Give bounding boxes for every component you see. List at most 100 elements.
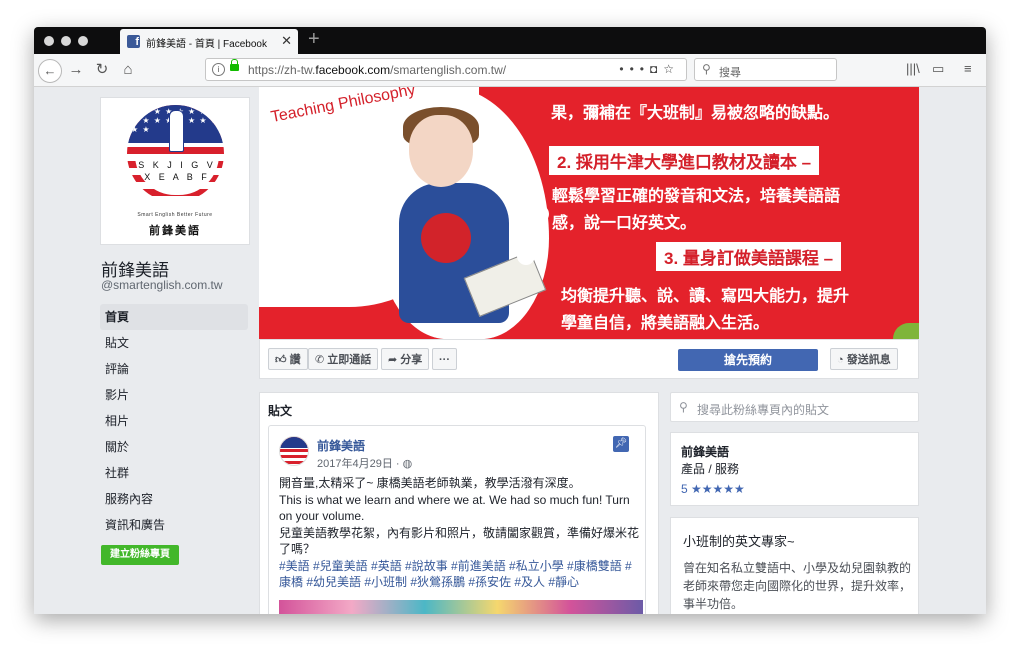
home-button[interactable]: ⌂ [120, 59, 136, 81]
decoration-dot [517, 247, 535, 265]
browser-window: f 前鋒美語 - 首頁 | Facebook ✕ + ← → ↻ ⌂ i htt… [34, 27, 986, 614]
post-line-3: 兒童美語教學花絮，內有影片和照片，敬請闔家觀賞，準備好爆米花了嗎？ [279, 525, 640, 557]
page-post-search-input[interactable]: ⚲ 搜尋此粉絲專頁內的貼文 [670, 392, 919, 422]
page-info-card: 前鋒美語 產品 / 服務 5 ★★★★★ [670, 432, 919, 506]
nav-item-ads[interactable]: 資訊和廣告 [100, 512, 248, 538]
post-line-1: 開音量,太精采了~ 康橋美語老師執業，教學活潑有深度。 [279, 476, 581, 490]
call-label: 立即通話 [327, 354, 372, 366]
cover-line-top: 果，彌補在『大班制』易被忽略的缺點。 [551, 105, 840, 122]
tab-close-icon[interactable]: ✕ [281, 33, 292, 49]
cover-photo[interactable]: Teaching Philosophy 果，彌補在『大班制』易被忽略的缺點。 2… [259, 87, 919, 339]
share-icon: ➦ [388, 354, 401, 366]
about-title: 小班制的英文專家~ [683, 534, 795, 549]
post-hashtags[interactable]: #美語 #兒童美語 #英語 #說故事 #前進美語 #私立小學 #康橋雙語 #康橋… [279, 558, 639, 591]
book-now-button[interactable]: 搶先預約 [678, 349, 818, 371]
child-reading-image [399, 107, 547, 339]
page-action-bar: 👍︎ 讚 ✆ 立即通話 ➦ 分享 ··· 搶先預約 ◔ 發送訊息 [259, 339, 919, 379]
call-button[interactable]: ✆ 立即通話 [308, 348, 379, 370]
info-category[interactable]: 產品 / 服務 [681, 460, 739, 477]
cover-line-2a: 輕鬆學習正確的發音和文法，培養美語語 [552, 188, 841, 205]
thumbs-up-icon: 👍︎ [275, 354, 290, 366]
post-date[interactable]: 2017年4月29日 · ◍ [317, 455, 412, 471]
pocket-icon[interactable]: ◘ [650, 62, 663, 76]
url-text[interactable]: https://zh-tw.facebook.com/smartenglish.… [248, 63, 506, 77]
new-tab-button[interactable]: + [308, 28, 320, 51]
send-message-button[interactable]: ◔ 發送訊息 [830, 348, 898, 370]
minimize-window-icon[interactable] [61, 36, 71, 46]
more-button[interactable]: ··· [432, 348, 457, 370]
messenger-icon: ◔ [837, 354, 847, 366]
nav-item-videos[interactable]: 影片 [100, 382, 248, 408]
search-placeholder: 搜尋此粉絲專頁內的貼文 [697, 403, 830, 417]
info-icon[interactable]: i [212, 63, 225, 76]
post-body: 開音量,太精采了~ 康橋美語老師執業，教學活潑有深度。 This is what… [279, 475, 639, 591]
nav-item-posts[interactable]: 貼文 [100, 330, 248, 356]
bookmark-star-icon[interactable]: ☆ [663, 62, 680, 76]
logo-name: 前鋒美語 [149, 225, 201, 237]
message-label: 發送訊息 [846, 354, 891, 366]
close-window-icon[interactable] [44, 36, 54, 46]
page-handle[interactable]: @smartenglish.com.tw [101, 278, 223, 292]
url-actions: •••◘☆ [619, 62, 680, 76]
like-button[interactable]: 👍︎ 讚 [268, 348, 308, 370]
search-icon: ⚲ [679, 400, 688, 414]
about-card: 小班制的英文專家~ 曾在知名私立雙語中、小學及幼兒園執教的老師來帶您走向國際化的… [670, 517, 919, 614]
browser-tab[interactable]: f 前鋒美語 - 首頁 | Facebook ✕ [120, 29, 298, 54]
browser-toolbar: ← → ↻ ⌂ i https://zh-tw.facebook.com/sma… [34, 54, 986, 87]
pinned-post: 前鋒美語 2017年4月29日 · ◍ 📌︎ 開音量,太精采了~ 康橋美語老師執… [268, 425, 646, 614]
url-bar[interactable]: i https://zh-tw.facebook.com/smartenglis… [205, 58, 687, 81]
page-content: ★ ★ ★ ★ ★ ★ ★ ★ ★ ★ ★ ★ ★ ★ ★ ★ ★ ★ S K … [34, 87, 986, 614]
sidebar-toggle-icon[interactable]: ▭ [932, 61, 944, 77]
search-input[interactable]: ⚲ 搜尋 [694, 58, 837, 81]
left-nav: 首頁 貼文 評論 影片 相片 關於 社群 服務內容 資訊和廣告 [100, 304, 248, 538]
cover-heading-2: 2. 採用牛津大學進口教材及讀本 – [549, 146, 820, 175]
nav-item-photos[interactable]: 相片 [100, 408, 248, 434]
info-page-name[interactable]: 前鋒美語 [681, 443, 729, 460]
phone-icon: ✆ [315, 354, 328, 366]
like-label: 讚 [289, 354, 301, 366]
cover-line-3b: 學童自信，將美語融入生活。 [561, 315, 770, 332]
page-actions-icon[interactable]: ••• [619, 62, 650, 76]
post-image[interactable] [279, 600, 643, 614]
about-text: 曾在知名私立雙語中、小學及幼兒園執教的老師來帶您走向國際化的世界，提升效率，事半… [683, 561, 912, 611]
logo-tagline: Smart English Better Future [137, 212, 213, 218]
tab-title: 前鋒美語 - 首頁 | Facebook [146, 39, 267, 50]
forward-button[interactable]: → [68, 59, 84, 81]
globe-icon: ◍ [402, 458, 413, 470]
logo: ★ ★ ★ ★ ★ ★ ★ ★ ★ ★ ★ ★ ★ ★ ★ ★ ★ ★ S K … [127, 105, 224, 202]
nav-item-community[interactable]: 社群 [100, 460, 248, 486]
cover-heading-3: 3. 量身訂做美語課程 – [656, 242, 842, 271]
decoration-dot [531, 205, 549, 223]
post-author[interactable]: 前鋒美語 [317, 437, 365, 454]
search-icon: ⚲ [702, 62, 711, 76]
tab-strip: f 前鋒美語 - 首頁 | Facebook ✕ + [34, 27, 986, 54]
rating[interactable]: 5 ★★★★★ [681, 482, 745, 496]
rocket-icon [169, 110, 184, 152]
lock-icon [230, 59, 239, 71]
share-button[interactable]: ➦ 分享 [381, 348, 430, 370]
library-icon[interactable]: |||\ [906, 61, 920, 76]
spider-emblem-icon [421, 213, 471, 263]
create-page-button[interactable]: 建立粉絲專頁 [101, 545, 179, 565]
nav-item-about[interactable]: 關於 [100, 434, 248, 460]
posts-section: 貼文 前鋒美語 2017年4月29日 · ◍ 📌︎ 開音量,太精采了~ 康橋美語… [259, 392, 659, 614]
search-placeholder: 搜尋 [719, 67, 741, 79]
maximize-window-icon[interactable] [78, 36, 88, 46]
back-button[interactable]: ← [38, 59, 62, 83]
share-label: 分享 [400, 354, 423, 366]
logo-letters: S K J I G V X E A B F [135, 155, 219, 195]
decoration-leaf [893, 323, 919, 339]
menu-icon[interactable]: ≡ [964, 61, 972, 76]
profile-picture[interactable]: ★ ★ ★ ★ ★ ★ ★ ★ ★ ★ ★ ★ ★ ★ ★ ★ ★ ★ S K … [100, 97, 250, 245]
cover-line-2b: 感，說一口好英文。 [552, 215, 697, 232]
reload-button[interactable]: ↻ [94, 59, 110, 81]
pin-icon[interactable]: 📌︎ [613, 436, 629, 452]
posts-title: 貼文 [268, 404, 293, 418]
cover-line-3a: 均衡提升聽、說、讀、寫四大能力，提升 [561, 288, 850, 305]
post-line-2: This is what we learn and where we at. W… [279, 492, 630, 524]
nav-item-reviews[interactable]: 評論 [100, 356, 248, 382]
facebook-favicon-icon: f [127, 35, 140, 48]
avatar[interactable] [279, 436, 309, 466]
nav-item-home[interactable]: 首頁 [100, 304, 248, 330]
nav-item-services[interactable]: 服務內容 [100, 486, 248, 512]
